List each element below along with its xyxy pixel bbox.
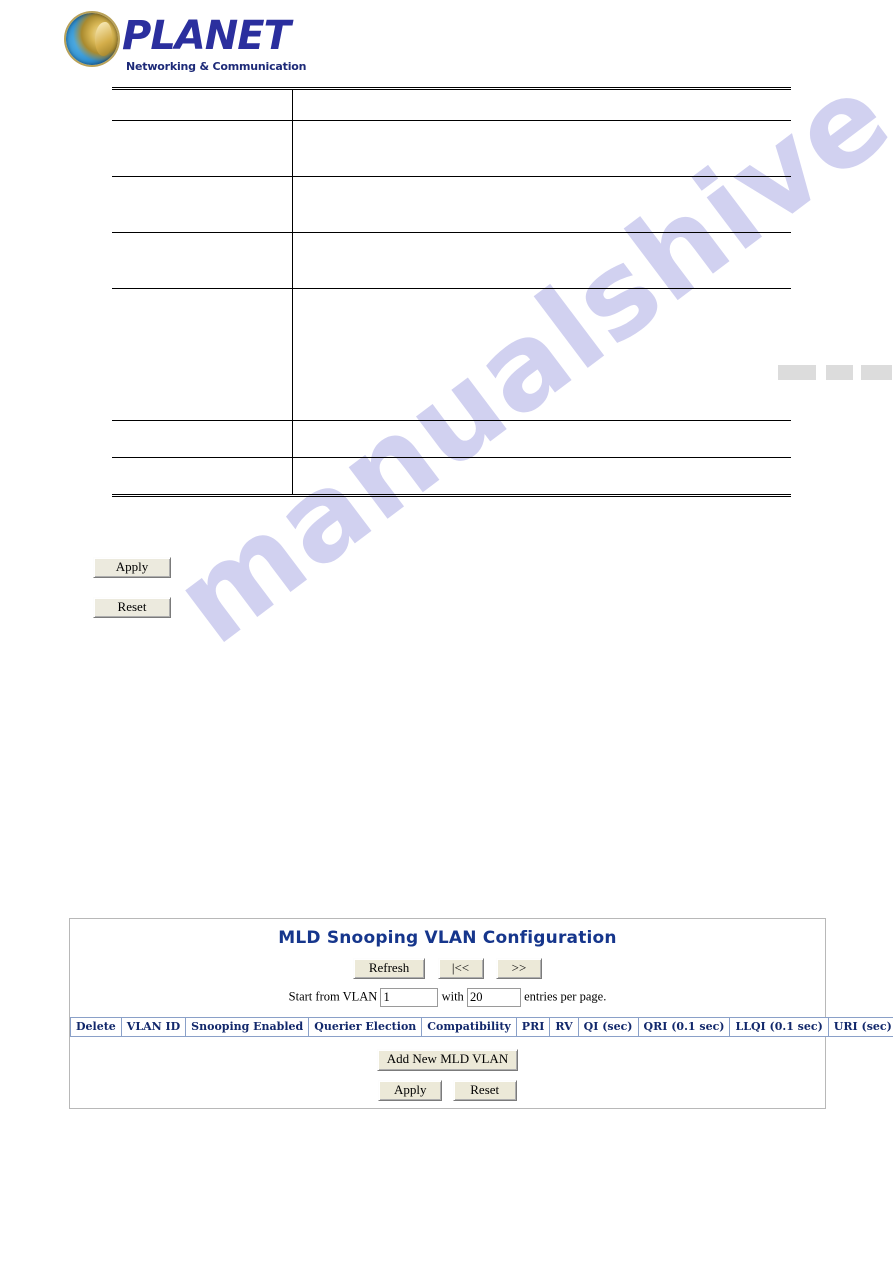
next-page-button[interactable]: >> [495, 958, 542, 980]
entries-per-page-label: entries per page. [524, 989, 607, 1004]
spec-term [112, 288, 293, 421]
reset-button[interactable]: Reset [452, 1079, 517, 1101]
spec-table [112, 87, 892, 497]
spec-description [292, 420, 791, 458]
spec-description [292, 457, 791, 497]
redacted-block [860, 365, 892, 380]
spec-term [112, 120, 293, 177]
first-page-button[interactable]: |<< [437, 958, 484, 980]
form-actions: Apply Reset [70, 1079, 825, 1101]
apply-button[interactable]: Apply [93, 557, 171, 579]
column-header-uri[interactable]: URI (sec) [827, 1017, 893, 1038]
column-header-snooping-enabled[interactable]: Snooping Enabled [185, 1017, 310, 1038]
reset-button[interactable]: Reset [93, 597, 171, 619]
add-new-mld-vlan-button[interactable]: Add New MLD VLAN [376, 1049, 519, 1071]
with-label: with [441, 989, 464, 1004]
table-row [112, 420, 791, 458]
table-header-row: Delete VLAN ID Snooping Enabled Querier … [70, 1017, 893, 1038]
entries-per-page-input[interactable] [466, 988, 521, 1008]
table-row [112, 87, 791, 121]
column-header-delete[interactable]: Delete [70, 1017, 122, 1038]
start-from-vlan-label: Start from VLAN [288, 989, 378, 1004]
spec-description [292, 176, 791, 233]
column-header-querier-election[interactable]: Querier Election [308, 1017, 423, 1038]
start-vlan-input[interactable] [380, 988, 439, 1008]
column-header-vlan-id[interactable]: VLAN ID [120, 1017, 187, 1038]
spec-description [292, 288, 892, 421]
spec-description [292, 87, 791, 121]
spec-term [112, 87, 293, 121]
spec-term [112, 232, 293, 289]
column-header-rv[interactable]: RV [549, 1017, 579, 1038]
column-header-compatibility[interactable]: Compatibility [421, 1017, 517, 1038]
table-row [112, 232, 791, 289]
add-row-container: Add New MLD VLAN [70, 1049, 825, 1071]
table-row [112, 288, 892, 421]
spec-description [292, 232, 791, 289]
brand-logo: PLANET Networking & Communication [64, 10, 314, 76]
pagination-toolbar: Refresh |<< >> [70, 958, 825, 980]
mld-snooping-vlan-panel: MLD Snooping VLAN Configuration Refresh … [69, 918, 893, 1109]
table-row [112, 176, 791, 233]
redacted-block [777, 365, 816, 380]
spec-term [112, 457, 293, 497]
spec-description [292, 120, 791, 177]
column-header-llqi[interactable]: LLQI (0.1 sec) [729, 1017, 829, 1038]
refresh-button[interactable]: Refresh [353, 958, 426, 980]
mld-vlan-table-container: Delete VLAN ID Snooping Enabled Querier … [70, 1017, 893, 1038]
column-header-pri[interactable]: PRI [515, 1017, 551, 1038]
planet-globe-icon [66, 13, 118, 65]
redacted-block [825, 365, 853, 380]
spec-term [112, 176, 293, 233]
table-row [112, 120, 791, 177]
brand-tagline: Networking & Communication [126, 60, 307, 73]
brand-name: PLANET [122, 13, 291, 59]
column-header-qri[interactable]: QRI (0.1 sec) [637, 1017, 731, 1038]
column-header-qi[interactable]: QI (sec) [577, 1017, 639, 1038]
page-range-controls: Start from VLAN with entries per page. [70, 988, 825, 1008]
mld-vlan-table: Delete VLAN ID Snooping Enabled Querier … [70, 1017, 893, 1038]
apply-button[interactable]: Apply [378, 1079, 443, 1101]
table-row [112, 457, 791, 497]
page-title: MLD Snooping VLAN Configuration [278, 928, 617, 948]
spec-term [112, 420, 293, 458]
